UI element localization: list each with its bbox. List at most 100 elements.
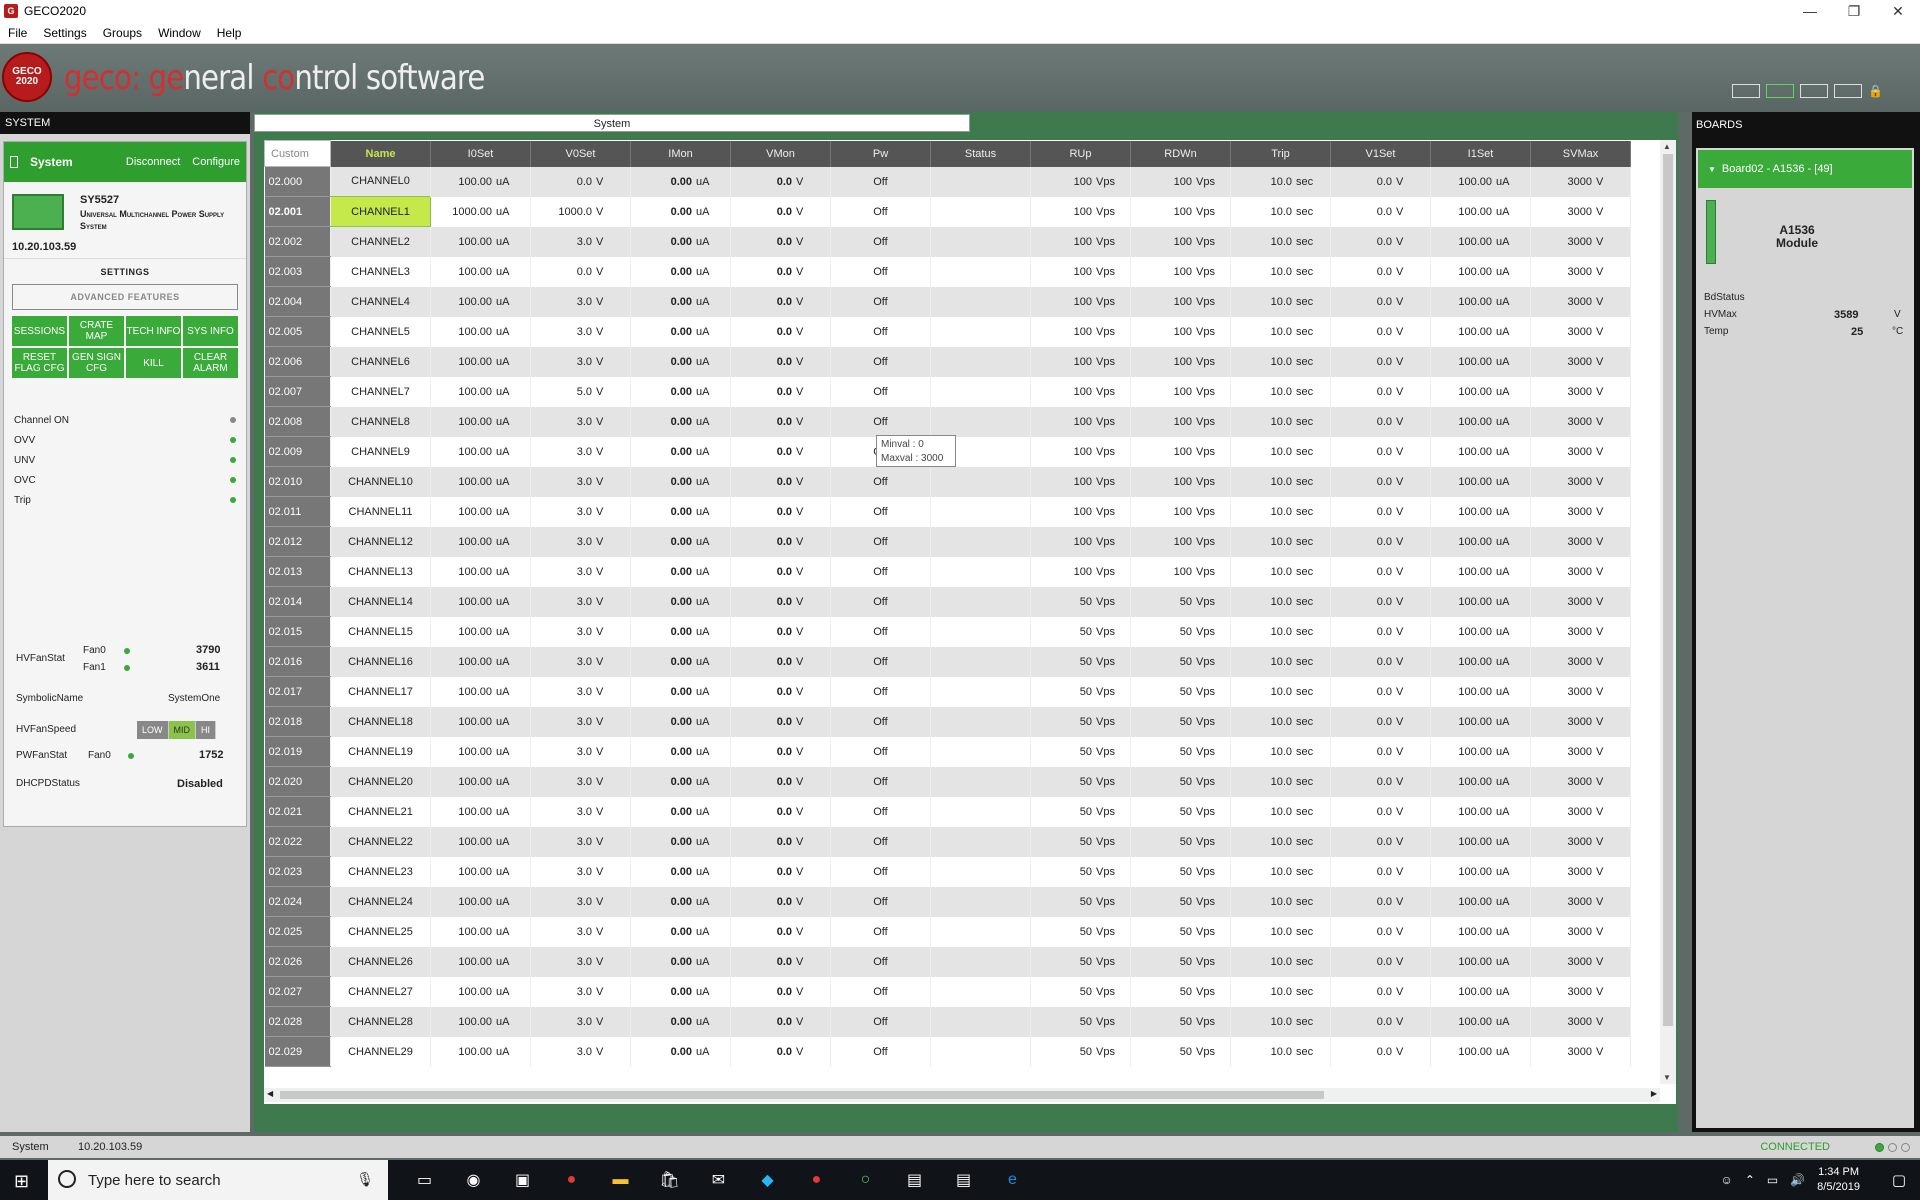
task-view-icon[interactable]: ▭ xyxy=(400,1160,449,1200)
svmax-cell[interactable]: 3000 V xyxy=(1530,286,1631,317)
i1set-cell[interactable]: 100.00 uA xyxy=(1430,406,1531,437)
trip-cell[interactable]: 10.0 sec xyxy=(1230,736,1331,767)
kill-button[interactable]: KILL xyxy=(126,348,181,378)
svmax-cell[interactable]: 3000 V xyxy=(1530,556,1631,587)
vmon-cell[interactable]: 0.0 V xyxy=(730,856,831,887)
scroll-left-icon[interactable]: ◀ xyxy=(267,1089,273,1098)
pw-cell[interactable]: Off xyxy=(830,736,931,767)
v0set-cell[interactable]: 3.0 V xyxy=(530,766,631,797)
v0set-cell[interactable]: 3.0 V xyxy=(530,946,631,977)
i0set-cell[interactable]: 100.00 uA xyxy=(430,736,531,767)
status-cell[interactable] xyxy=(930,466,1031,497)
svmax-cell[interactable]: 3000 V xyxy=(1530,616,1631,647)
trip-cell[interactable]: 10.0 sec xyxy=(1230,166,1331,197)
v1set-cell[interactable]: 0.0 V xyxy=(1330,466,1431,497)
v1set-cell[interactable]: 0.0 V xyxy=(1330,826,1431,857)
i1set-cell[interactable]: 100.00 uA xyxy=(1430,976,1531,1007)
column-header-svmax[interactable]: SVMax xyxy=(1530,140,1631,167)
settings-label[interactable]: SETTINGS xyxy=(4,258,246,284)
i0set-cell[interactable]: 100.00 uA xyxy=(430,406,531,437)
clear-alarm-button[interactable]: CLEAR ALARM xyxy=(183,348,238,378)
channel-id-cell[interactable]: 02.011 xyxy=(264,496,331,527)
pw-cell[interactable]: Off xyxy=(830,256,931,287)
file-explorer-icon[interactable]: ▬ xyxy=(596,1160,645,1200)
svmax-cell[interactable]: 3000 V xyxy=(1530,706,1631,737)
vmon-cell[interactable]: 0.0 V xyxy=(730,436,831,467)
svmax-cell[interactable]: 3000 V xyxy=(1530,316,1631,347)
notifications-icon[interactable]: ▢ xyxy=(1892,1171,1906,1189)
i0set-cell[interactable]: 100.00 uA xyxy=(430,166,531,197)
trip-cell[interactable]: 10.0 sec xyxy=(1230,796,1331,827)
table-row[interactable]: 02.021 CHANNEL21 100.00 uA 3.0 V 0.00 uA 0.0 V Off… xyxy=(264,796,1631,827)
rup-cell[interactable]: 50 Vps xyxy=(1030,616,1131,647)
i0set-cell[interactable]: 100.00 uA xyxy=(430,796,531,827)
rdwn-cell[interactable]: 50 Vps xyxy=(1130,706,1231,737)
imon-cell[interactable]: 0.00 uA xyxy=(630,436,731,467)
pw-cell[interactable]: Off xyxy=(830,646,931,677)
windows-start-icon[interactable]: ⊞ xyxy=(14,1171,29,1192)
v1set-cell[interactable]: 0.0 V xyxy=(1330,496,1431,527)
channel-id-cell[interactable]: 02.012 xyxy=(264,526,331,557)
v0set-cell[interactable]: 3.0 V xyxy=(530,586,631,617)
channel-id-cell[interactable]: 02.008 xyxy=(264,406,331,437)
v1set-cell[interactable]: 0.0 V xyxy=(1330,946,1431,977)
imon-cell[interactable]: 0.00 uA xyxy=(630,256,731,287)
table-row[interactable]: 02.002 CHANNEL2 100.00 uA 3.0 V 0.00 uA 0.0 V Off 1… xyxy=(264,226,1631,257)
v1set-cell[interactable]: 0.0 V xyxy=(1330,256,1431,287)
i1set-cell[interactable]: 100.00 uA xyxy=(1430,796,1531,827)
vmon-cell[interactable]: 0.0 V xyxy=(730,1006,831,1037)
i1set-cell[interactable]: 100.00 uA xyxy=(1430,946,1531,977)
advanced-features-button[interactable]: ADVANCED FEATURES xyxy=(12,284,238,310)
channel-name-cell[interactable]: CHANNEL14 xyxy=(330,586,431,617)
i0set-cell[interactable]: 100.00 uA xyxy=(430,676,531,707)
status-cell[interactable] xyxy=(930,256,1031,287)
vmon-cell[interactable]: 0.0 V xyxy=(730,316,831,347)
volume-icon[interactable]: 🔊 xyxy=(1790,1173,1805,1187)
vmon-cell[interactable]: 0.0 V xyxy=(730,526,831,557)
trip-cell[interactable]: 10.0 sec xyxy=(1230,616,1331,647)
channel-id-cell[interactable]: 02.027 xyxy=(264,976,331,1007)
trip-cell[interactable]: 10.0 sec xyxy=(1230,1006,1331,1037)
trip-cell[interactable]: 10.0 sec xyxy=(1230,286,1331,317)
rdwn-cell[interactable]: 100 Vps xyxy=(1130,286,1231,317)
trip-cell[interactable]: 10.0 sec xyxy=(1230,886,1331,917)
i1set-cell[interactable]: 100.00 uA xyxy=(1430,856,1531,887)
status-cell[interactable] xyxy=(930,616,1031,647)
status-cell[interactable] xyxy=(930,346,1031,377)
rdwn-cell[interactable]: 100 Vps xyxy=(1130,406,1231,437)
svmax-cell[interactable]: 3000 V xyxy=(1530,856,1631,887)
channel-name-cell[interactable]: CHANNEL26 xyxy=(330,946,431,977)
v0set-cell[interactable]: 3.0 V xyxy=(530,286,631,317)
i0set-cell[interactable]: 100.00 uA xyxy=(430,886,531,917)
vmon-cell[interactable]: 0.0 V xyxy=(730,346,831,377)
rup-cell[interactable]: 100 Vps xyxy=(1030,406,1131,437)
rdwn-cell[interactable]: 50 Vps xyxy=(1130,826,1231,857)
imon-cell[interactable]: 0.00 uA xyxy=(630,406,731,437)
rup-cell[interactable]: 50 Vps xyxy=(1030,856,1131,887)
pw-cell[interactable]: Off xyxy=(830,826,931,857)
channel-name-cell[interactable]: CHANNEL21 xyxy=(330,796,431,827)
app-window-2-icon[interactable]: ▤ xyxy=(939,1160,988,1200)
table-row[interactable]: 02.020 CHANNEL20 100.00 uA 3.0 V 0.00 uA 0.0 V Off… xyxy=(264,766,1631,797)
imon-cell[interactable]: 0.00 uA xyxy=(630,526,731,557)
channel-name-cell[interactable]: CHANNEL16 xyxy=(330,646,431,677)
trip-cell[interactable]: 10.0 sec xyxy=(1230,376,1331,407)
i1set-cell[interactable]: 100.00 uA xyxy=(1430,226,1531,257)
column-header-i0set[interactable]: I0Set xyxy=(430,140,531,167)
status-cell[interactable] xyxy=(930,826,1031,857)
status-cell[interactable] xyxy=(930,706,1031,737)
trello-icon[interactable]: ▣ xyxy=(498,1160,547,1200)
trip-cell[interactable]: 10.0 sec xyxy=(1230,646,1331,677)
rdwn-cell[interactable]: 50 Vps xyxy=(1130,646,1231,677)
rup-cell[interactable]: 50 Vps xyxy=(1030,916,1131,947)
channel-id-cell[interactable]: 02.016 xyxy=(264,646,331,677)
status-cell[interactable] xyxy=(930,676,1031,707)
channel-name-cell[interactable]: CHANNEL15 xyxy=(330,616,431,647)
v1set-cell[interactable]: 0.0 V xyxy=(1330,346,1431,377)
table-row[interactable]: 02.024 CHANNEL24 100.00 uA 3.0 V 0.00 uA 0.0 V Off… xyxy=(264,886,1631,917)
v0set-cell[interactable]: 3.0 V xyxy=(530,526,631,557)
i0set-cell[interactable]: 100.00 uA xyxy=(430,556,531,587)
rup-cell[interactable]: 100 Vps xyxy=(1030,466,1131,497)
i0set-cell[interactable]: 100.00 uA xyxy=(430,706,531,737)
channel-name-cell[interactable]: CHANNEL28 xyxy=(330,1006,431,1037)
